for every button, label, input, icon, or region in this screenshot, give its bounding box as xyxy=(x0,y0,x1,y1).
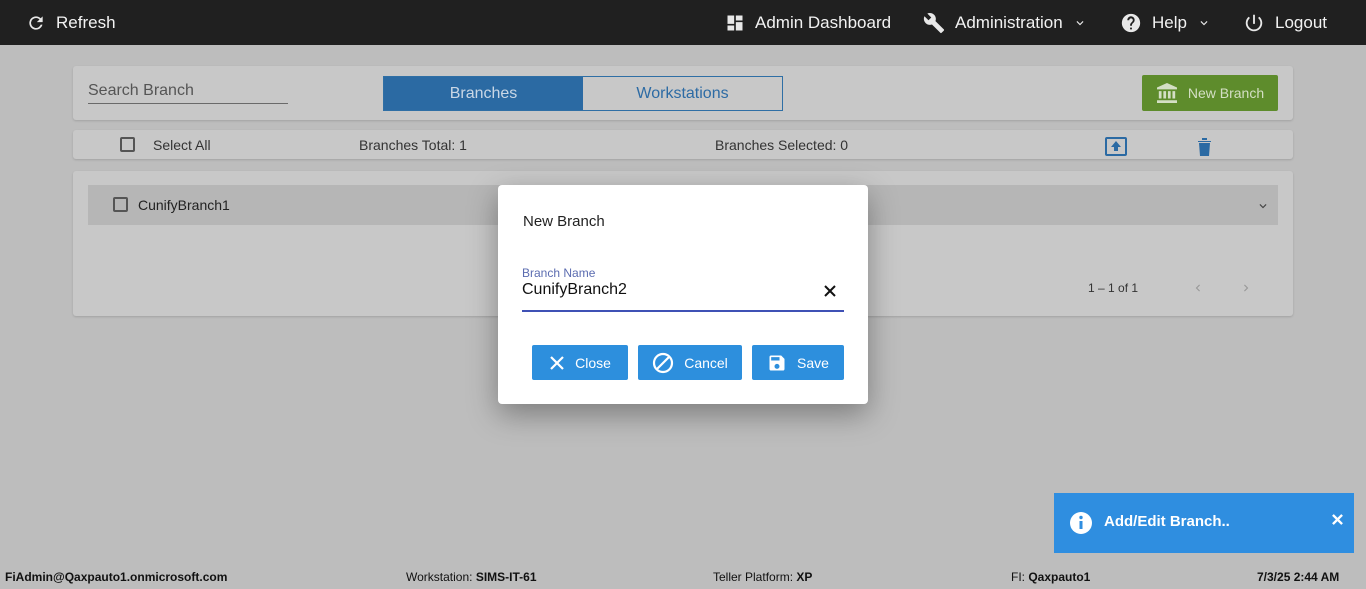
refresh-label: Refresh xyxy=(56,12,116,32)
field-underline xyxy=(522,310,844,312)
cancel-icon xyxy=(653,352,674,373)
upload-icon[interactable] xyxy=(1105,137,1127,156)
branch-name-input[interactable] xyxy=(522,281,812,299)
branch-checkbox[interactable] xyxy=(113,197,128,212)
chevron-left-icon[interactable] xyxy=(1191,281,1205,295)
workstation-label: Workstation: xyxy=(406,570,473,584)
admin-dashboard-button[interactable]: Admin Dashboard xyxy=(725,0,891,45)
new-branch-dialog: New Branch Branch Name Close Cancel Save xyxy=(498,185,868,404)
logout-button[interactable]: Logout xyxy=(1243,0,1327,45)
close-icon[interactable] xyxy=(1332,514,1343,525)
close-label: Close xyxy=(575,354,611,371)
close-button[interactable]: Close xyxy=(532,345,628,380)
platform-value: XP xyxy=(796,570,813,584)
new-branch-label: New Branch xyxy=(1187,85,1265,101)
dialog-title: New Branch xyxy=(523,213,605,230)
user-email: FiAdmin@Qaxpauto1.onmicrosoft.com xyxy=(5,570,228,584)
fi-label: FI: xyxy=(1011,570,1025,584)
admin-dashboard-label: Admin Dashboard xyxy=(755,12,892,32)
pager-range: 1 – 1 of 1 xyxy=(1088,281,1139,295)
branches-selected: Branches Selected: 0 xyxy=(715,137,849,153)
top-bar: Refresh Admin Dashboard Administration H… xyxy=(0,0,1366,45)
cancel-button[interactable]: Cancel xyxy=(638,345,742,380)
select-all-checkbox[interactable] xyxy=(120,137,135,152)
fi-value: Qaxpauto1 xyxy=(1028,570,1091,584)
dashboard-icon xyxy=(727,15,743,30)
help-label: Help xyxy=(1152,12,1187,32)
tab-workstations[interactable]: Workstations xyxy=(583,77,782,110)
logout-label: Logout xyxy=(1275,12,1327,32)
close-icon xyxy=(550,355,564,370)
toast-message: Add/Edit Branch.. xyxy=(1104,513,1230,530)
info-icon xyxy=(1070,512,1092,534)
save-button[interactable]: Save xyxy=(752,345,844,380)
new-branch-button[interactable]: New Branch xyxy=(1142,75,1278,111)
save-icon xyxy=(769,355,785,370)
wrench-icon xyxy=(923,12,945,33)
administration-label: Administration xyxy=(955,12,1063,32)
tab-branches[interactable]: Branches xyxy=(384,77,583,110)
save-label: Save xyxy=(797,354,829,371)
chevron-down-icon xyxy=(1200,20,1208,25)
chevron-down-icon xyxy=(1076,20,1084,25)
status-bar: FiAdmin@Qaxpauto1.onmicrosoft.com Workst… xyxy=(0,563,1366,589)
help-menu[interactable]: Help xyxy=(1120,0,1211,45)
chevron-down-icon[interactable] xyxy=(1256,199,1270,213)
search-input[interactable]: Search Branch xyxy=(88,82,288,104)
clear-icon[interactable] xyxy=(822,283,838,299)
datetime: 7/3/25 2:44 AM xyxy=(1257,570,1340,584)
administration-menu[interactable]: Administration xyxy=(923,0,1087,45)
chevron-right-icon[interactable] xyxy=(1239,281,1253,295)
select-all-label: Select All xyxy=(153,137,211,153)
branch-name-label: Branch Name xyxy=(522,266,596,280)
trash-icon[interactable] xyxy=(1197,137,1212,156)
bank-icon xyxy=(1156,83,1177,103)
refresh-icon xyxy=(29,15,43,30)
help-icon xyxy=(1121,13,1141,32)
platform-label: Teller Platform: xyxy=(713,570,794,584)
power-icon xyxy=(1245,14,1263,31)
branch-name: CunifyBranch1 xyxy=(138,197,230,213)
refresh-button[interactable]: Refresh xyxy=(26,0,116,45)
tab-bar: Branches Workstations xyxy=(383,76,783,111)
cancel-label: Cancel xyxy=(684,354,728,371)
branches-total: Branches Total: 1 xyxy=(359,137,467,153)
notification-toast: Add/Edit Branch.. xyxy=(1054,493,1354,553)
workstation-value: SIMS-IT-61 xyxy=(475,570,537,584)
